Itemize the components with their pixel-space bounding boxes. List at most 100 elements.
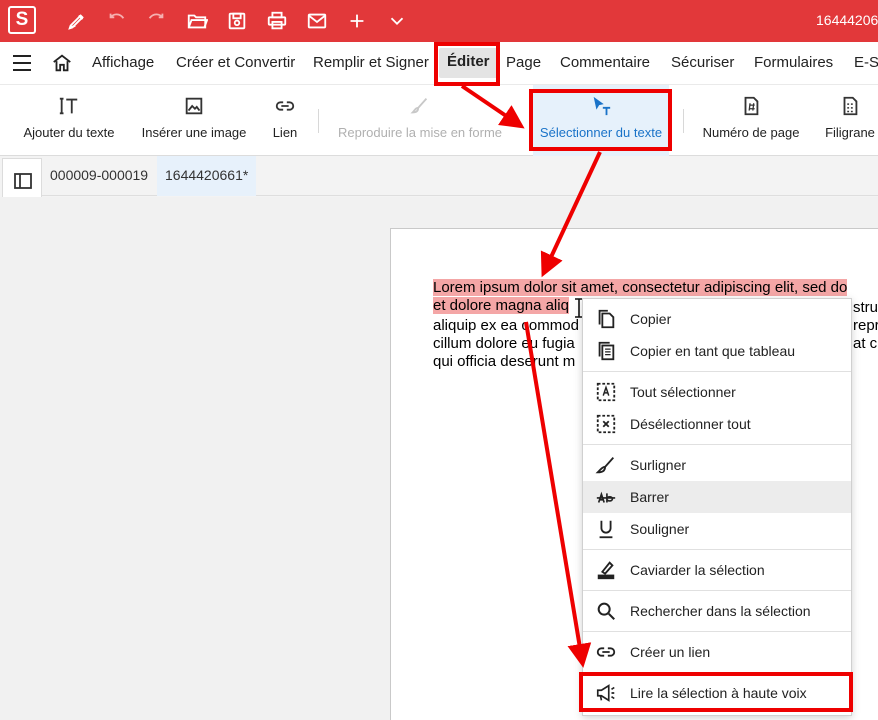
title-bar: S 16444206	[0, 0, 878, 42]
watermark-button[interactable]: Filigrane	[820, 85, 878, 157]
document-line-4: cillum dolore eu fugia	[433, 335, 575, 352]
menu-separator	[583, 549, 851, 550]
menu-item-label: Tout sélectionner	[630, 384, 736, 400]
open-folder-icon[interactable]	[184, 8, 210, 34]
menu-affichage[interactable]: Affichage	[92, 54, 154, 71]
format-painter-label: Reproduire la mise en forme	[337, 125, 503, 140]
deselect-all-icon	[596, 414, 616, 434]
menu-item-copier[interactable]: Copier	[583, 303, 851, 335]
print-icon[interactable]	[264, 8, 290, 34]
select-all-icon	[596, 382, 616, 402]
undo-icon[interactable]	[104, 8, 130, 34]
document-tabs: 000009-000019 1644420661*	[42, 156, 878, 196]
menu-item-label: Barrer	[630, 489, 669, 505]
menu-bar: Affichage Créer et Convertir Remplir et …	[0, 42, 878, 84]
menu-item-lire-haute-voix[interactable]: Lire la sélection à haute voix	[583, 677, 851, 709]
menu-item-deselectionner-tout[interactable]: Désélectionner tout	[583, 408, 851, 440]
menu-formulaires[interactable]: Formulaires	[754, 54, 833, 71]
chevron-down-icon[interactable]	[384, 8, 410, 34]
redact-icon	[597, 561, 615, 580]
menu-item-souligner[interactable]: Souligner	[583, 513, 851, 545]
window-title: 16444206	[816, 12, 878, 28]
menu-item-label: Désélectionner tout	[630, 416, 751, 432]
ribbon-toolbar: Ajouter du texte Insérer une image Lien …	[0, 84, 878, 157]
menu-commentaire[interactable]: Commentaire	[560, 54, 650, 71]
sign-pen-icon[interactable]	[64, 8, 90, 34]
link-button[interactable]: Lien	[262, 85, 308, 157]
image-icon	[185, 97, 203, 115]
thumbnails-panel-icon[interactable]	[13, 171, 33, 191]
ribbon-separator	[318, 109, 319, 133]
menu-separator	[583, 590, 851, 591]
copy-icon	[598, 309, 615, 329]
menu-item-label: Rechercher dans la sélection	[630, 603, 811, 619]
home-icon[interactable]	[51, 52, 73, 74]
menu-item-label: Souligner	[630, 521, 690, 537]
menu-esign[interactable]: E-Si	[854, 54, 878, 71]
add-text-button[interactable]: Ajouter du texte	[14, 85, 124, 157]
menu-separator	[583, 444, 851, 445]
document-line-1: Lorem ipsum dolor sit amet, consectetur …	[433, 279, 848, 297]
underline-icon	[599, 520, 613, 539]
page-number-label: Numéro de page	[702, 125, 800, 140]
search-icon	[597, 602, 615, 620]
menu-remplir-signer[interactable]: Remplir et Signer	[313, 54, 429, 71]
link-icon	[596, 647, 616, 657]
selected-text-line-2: et dolore magna aliq	[433, 297, 569, 314]
menu-item-caviarder[interactable]: Caviarder la sélection	[583, 554, 851, 586]
menu-item-creer-lien[interactable]: Créer un lien	[583, 636, 851, 668]
context-menu: Copier Copier en tant que tableau Tout s…	[582, 298, 852, 716]
megaphone-icon	[596, 684, 615, 702]
menu-item-label: Surligner	[630, 457, 687, 473]
menu-item-label: Caviarder la sélection	[630, 562, 765, 578]
menu-item-surligner[interactable]: Surligner	[583, 449, 851, 481]
watermark-label: Filigrane	[825, 125, 875, 140]
menu-item-label: Copier	[630, 311, 672, 327]
menu-editer[interactable]: Éditer	[439, 48, 498, 78]
tab-document-1[interactable]: 000009-000019	[42, 156, 156, 196]
copy-table-icon	[598, 341, 615, 361]
menu-item-label: Lire la sélection à haute voix	[630, 685, 807, 701]
document-line-2: et dolore magna aliq	[433, 297, 569, 315]
link-label: Lien	[272, 125, 298, 140]
add-text-label: Ajouter du texte	[23, 125, 115, 140]
selected-text-line-1: Lorem ipsum dolor sit amet, consectetur …	[433, 279, 848, 296]
link-icon	[275, 101, 295, 111]
document-fragment: struc	[853, 299, 878, 316]
document-fragment: at cu	[853, 335, 878, 352]
menu-item-tout-selectionner[interactable]: Tout sélectionner	[583, 376, 851, 408]
save-icon[interactable]	[224, 8, 250, 34]
document-fragment: repr	[853, 317, 878, 334]
menu-item-label: Créer un lien	[630, 644, 711, 660]
document-line-5: qui officia deserunt m	[433, 353, 576, 370]
hamburger-menu-icon[interactable]	[12, 54, 32, 72]
menu-separator	[583, 672, 851, 673]
add-text-icon	[59, 97, 78, 115]
app-logo: S	[8, 6, 36, 34]
menu-creer-convertir[interactable]: Créer et Convertir	[176, 54, 295, 71]
menu-separator	[583, 371, 851, 372]
menu-item-barrer[interactable]: Barrer	[583, 481, 851, 513]
select-text-icon	[593, 96, 611, 116]
format-painter-icon	[410, 98, 428, 114]
menu-item-copier-tableau[interactable]: Copier en tant que tableau	[583, 335, 851, 367]
watermark-icon	[843, 96, 858, 116]
mail-icon[interactable]	[304, 8, 330, 34]
redo-icon[interactable]	[143, 8, 169, 34]
insert-image-label: Insérer une image	[141, 125, 247, 140]
select-text-button[interactable]: Sélectionner du texte	[533, 85, 669, 157]
tab-document-2[interactable]: 1644420661*	[157, 156, 257, 196]
menu-item-label: Copier en tant que tableau	[630, 343, 796, 359]
page-number-icon	[744, 96, 759, 116]
menu-item-rechercher[interactable]: Rechercher dans la sélection	[583, 595, 851, 627]
format-painter-button[interactable]: Reproduire la mise en forme	[332, 85, 508, 157]
menu-securiser[interactable]: Sécuriser	[671, 54, 734, 71]
menu-separator	[583, 631, 851, 632]
menu-page[interactable]: Page	[506, 54, 541, 71]
plus-icon[interactable]	[344, 8, 370, 34]
page-number-button[interactable]: Numéro de page	[698, 85, 804, 157]
select-text-label: Sélectionner du texte	[539, 125, 663, 140]
highlighter-icon	[595, 457, 615, 474]
document-line-3: aliquip ex ea commod	[433, 317, 579, 334]
insert-image-button[interactable]: Insérer une image	[134, 85, 254, 157]
